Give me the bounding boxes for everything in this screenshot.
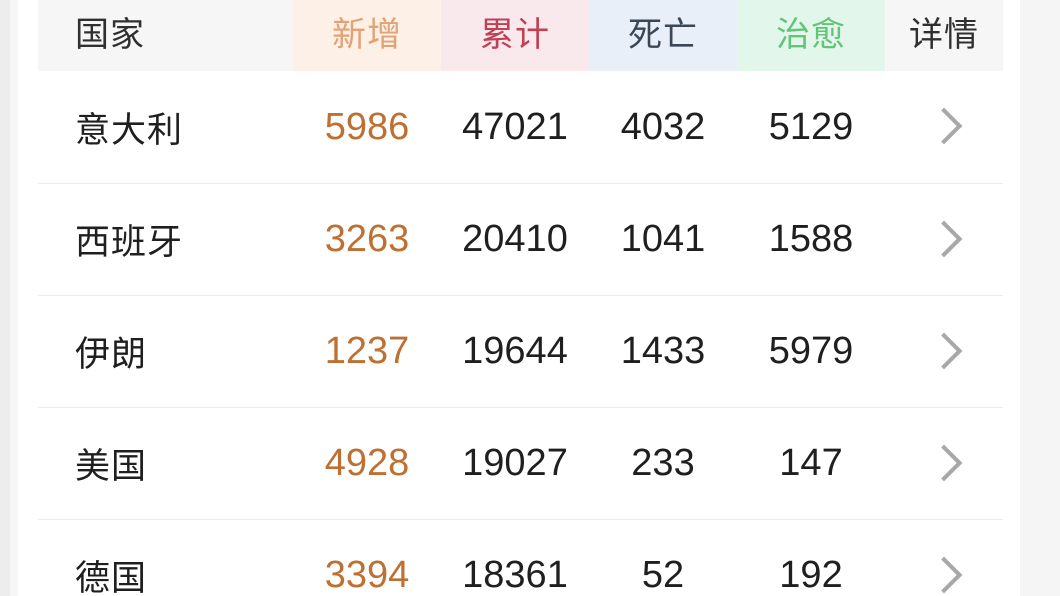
screen: 国家 新增 累计 死亡 治愈 详情 意大利 5986 47021 4032 51… — [0, 0, 1060, 596]
cell-details[interactable] — [885, 107, 1003, 145]
country-statistics-table: 国家 新增 累计 死亡 治愈 详情 意大利 5986 47021 4032 51… — [38, 0, 1003, 596]
cell-country: 德国 — [38, 550, 293, 596]
cell-deaths: 4032 — [589, 106, 737, 149]
cell-deaths: 52 — [589, 554, 737, 596]
total-cases-value: 20410 — [462, 218, 568, 260]
cured-value: 5129 — [768, 105, 854, 148]
cured-value: 1588 — [768, 218, 854, 260]
right-edge-gutter — [1020, 0, 1060, 596]
cell-new-cases: 5986 — [293, 106, 441, 149]
new-cases-value: 3263 — [324, 218, 410, 260]
column-header-new-cases-label: 新增 — [332, 16, 402, 54]
table-row[interactable]: 美国 4928 19027 233 147 — [38, 407, 1003, 519]
column-header-details[interactable]: 详情 — [885, 0, 1003, 71]
cell-deaths: 1433 — [589, 330, 737, 373]
table-row[interactable]: 德国 3394 18361 52 192 — [38, 519, 1003, 596]
deaths-value: 1433 — [620, 330, 706, 372]
cell-cured: 5129 — [737, 106, 885, 149]
cell-details[interactable] — [885, 556, 1003, 593]
cured-value: 5979 — [768, 330, 854, 372]
cell-new-cases: 4928 — [293, 442, 441, 485]
column-header-cured[interactable]: 治愈 — [737, 0, 885, 71]
cell-cured: 192 — [737, 554, 885, 596]
column-header-total-cases[interactable]: 累计 — [441, 0, 589, 71]
cell-total-cases: 20410 — [441, 218, 589, 261]
column-header-cured-label: 治愈 — [776, 16, 846, 54]
column-header-country[interactable]: 国家 — [38, 0, 293, 71]
column-header-country-label: 国家 — [75, 16, 145, 54]
chevron-right-icon[interactable] — [925, 220, 963, 257]
country-name: 美国 — [75, 447, 148, 486]
cell-deaths: 233 — [589, 442, 737, 485]
content-card: 国家 新增 累计 死亡 治愈 详情 意大利 5986 47021 4032 51… — [18, 0, 1020, 596]
cell-cured: 1588 — [737, 218, 885, 261]
cell-details[interactable] — [885, 444, 1003, 481]
chevron-right-icon[interactable] — [925, 444, 963, 481]
table-header-row: 国家 新增 累计 死亡 治愈 详情 — [38, 0, 1003, 71]
cell-country: 意大利 — [38, 102, 293, 153]
cell-country: 美国 — [38, 438, 293, 489]
cured-value: 192 — [779, 554, 843, 596]
cell-total-cases: 19027 — [441, 442, 589, 485]
new-cases-value: 4928 — [324, 442, 410, 484]
cell-country: 伊朗 — [38, 326, 293, 377]
column-header-deaths-label: 死亡 — [628, 16, 698, 54]
column-header-deaths[interactable]: 死亡 — [589, 0, 737, 71]
chevron-right-icon[interactable] — [925, 332, 963, 369]
new-cases-value: 3394 — [324, 554, 410, 596]
deaths-value: 52 — [641, 554, 685, 596]
column-header-details-label: 详情 — [909, 16, 979, 54]
left-edge-gutter — [0, 0, 10, 596]
total-cases-value: 18361 — [462, 554, 568, 596]
deaths-value: 1041 — [620, 218, 706, 260]
deaths-value: 4032 — [620, 105, 706, 148]
cell-deaths: 1041 — [589, 218, 737, 261]
new-cases-value: 5986 — [324, 105, 410, 148]
column-header-new-cases[interactable]: 新增 — [293, 0, 441, 71]
country-name: 西班牙 — [75, 223, 184, 262]
country-name: 德国 — [75, 559, 148, 596]
left-edge-gutter-2 — [10, 0, 18, 596]
cell-total-cases: 19644 — [441, 330, 589, 373]
cell-new-cases: 3263 — [293, 218, 441, 261]
cell-details[interactable] — [885, 220, 1003, 257]
cured-value: 147 — [779, 442, 843, 484]
cell-country: 西班牙 — [38, 214, 293, 265]
total-cases-value: 19027 — [462, 442, 568, 484]
cell-new-cases: 3394 — [293, 554, 441, 596]
cell-total-cases: 18361 — [441, 554, 589, 596]
country-name: 伊朗 — [75, 335, 148, 374]
table-row[interactable]: 意大利 5986 47021 4032 5129 — [38, 71, 1003, 183]
cell-details[interactable] — [885, 332, 1003, 369]
cell-total-cases: 47021 — [441, 106, 589, 149]
column-header-total-cases-label: 累计 — [480, 16, 550, 54]
country-name: 意大利 — [75, 110, 184, 150]
cell-cured: 5979 — [737, 330, 885, 373]
table-row[interactable]: 伊朗 1237 19644 1433 5979 — [38, 295, 1003, 407]
new-cases-value: 1237 — [324, 330, 410, 372]
chevron-right-icon[interactable] — [925, 107, 963, 145]
deaths-value: 233 — [631, 442, 695, 484]
cell-new-cases: 1237 — [293, 330, 441, 373]
cell-cured: 147 — [737, 442, 885, 485]
chevron-right-icon[interactable] — [925, 556, 963, 593]
total-cases-value: 19644 — [462, 330, 568, 372]
table-row[interactable]: 西班牙 3263 20410 1041 1588 — [38, 183, 1003, 295]
total-cases-value: 47021 — [462, 105, 568, 148]
